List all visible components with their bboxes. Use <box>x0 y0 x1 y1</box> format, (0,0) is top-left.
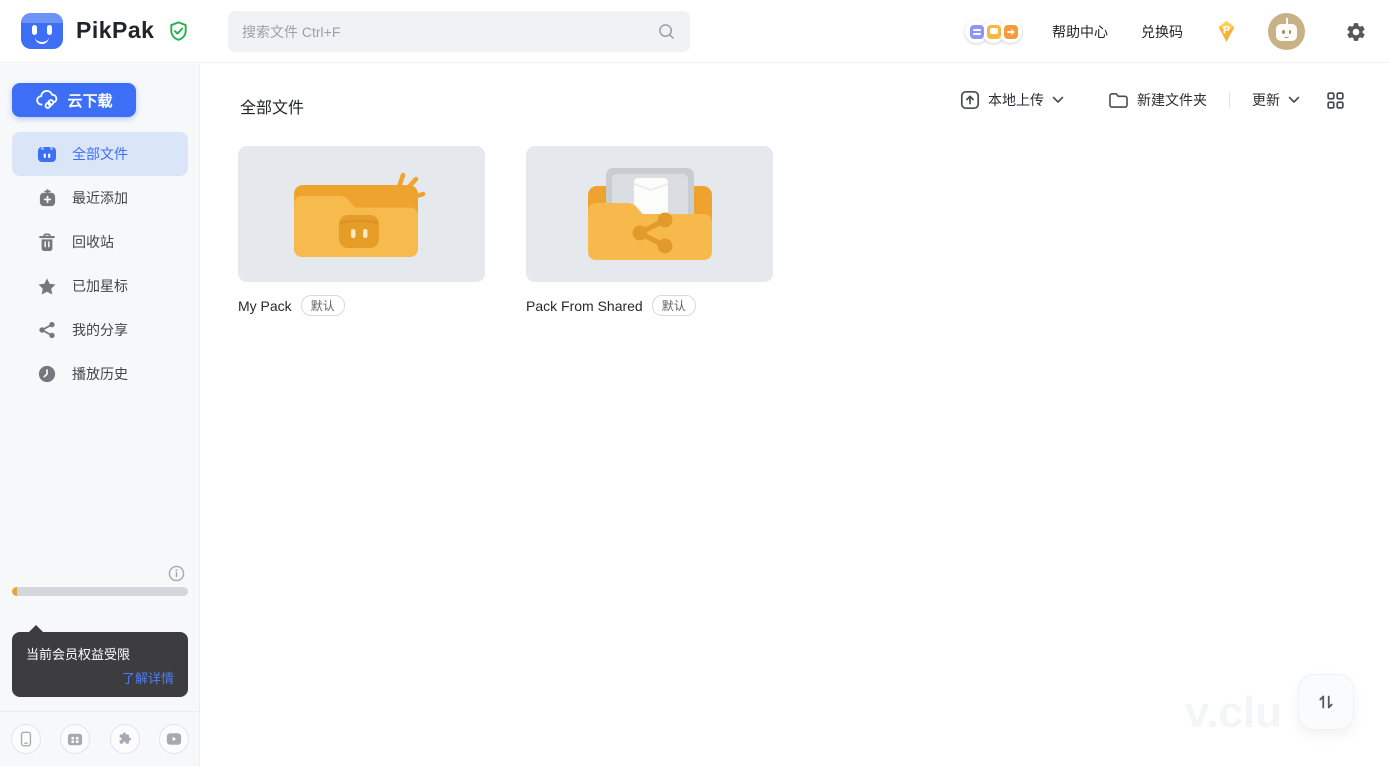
cloud-link-icon <box>35 90 59 110</box>
local-upload-label: 本地上传 <box>988 90 1044 110</box>
toolbar: 本地上传 新建文件夹 更新 <box>960 90 1345 110</box>
folder-thumbnail[interactable] <box>526 146 773 282</box>
local-upload-button[interactable]: 本地上传 <box>960 90 1064 110</box>
sidebar-nav: 全部文件 最近添加 回收站 <box>12 132 188 396</box>
tv-app-icon[interactable] <box>60 724 90 754</box>
search-icon[interactable] <box>657 22 676 41</box>
chevron-down-icon <box>1052 96 1064 104</box>
all-files-icon <box>37 144 57 164</box>
settings-gear-icon[interactable] <box>1345 21 1367 43</box>
chevron-down-icon <box>1288 96 1300 104</box>
upload-icon <box>960 90 980 110</box>
search-bar <box>228 11 690 52</box>
sidebar-item-starred[interactable]: 已加星标 <box>12 264 188 308</box>
trash-icon <box>37 232 57 252</box>
default-badge: 默认 <box>301 295 345 316</box>
default-badge: 默认 <box>652 295 696 316</box>
storage-info-icon[interactable] <box>168 565 185 587</box>
toolbar-divider <box>1229 92 1230 108</box>
security-shield-icon <box>167 20 190 48</box>
user-avatar[interactable] <box>1268 13 1305 50</box>
sidebar-item-label: 全部文件 <box>72 144 128 164</box>
help-center-link[interactable]: 帮助中心 <box>1052 22 1108 42</box>
grid-view-icon[interactable] <box>1326 91 1345 110</box>
robot-folder-icon <box>292 169 432 259</box>
svg-text:P: P <box>1223 25 1230 37</box>
membership-tooltip: 当前会员权益受限 了解详情 <box>12 632 188 697</box>
pikpak-logo-icon[interactable] <box>21 13 63 49</box>
sidebar-item-label: 我的分享 <box>72 320 128 340</box>
premium-gem-icon[interactable]: P <box>1213 18 1240 45</box>
top-header: PikPak 帮助中心 兑换码 P <box>0 0 1389 63</box>
promo-app-arrow-icon[interactable] <box>999 20 1022 43</box>
recent-added-icon <box>37 188 57 208</box>
search-input[interactable] <box>242 24 657 40</box>
sort-order-button[interactable] <box>1298 674 1354 730</box>
sidebar-item-label: 已加星标 <box>72 276 128 296</box>
sidebar-item-trash[interactable]: 回收站 <box>12 220 188 264</box>
redeem-code-link[interactable]: 兑换码 <box>1141 22 1183 42</box>
new-folder-label: 新建文件夹 <box>1137 90 1207 110</box>
sidebar-item-recent-added[interactable]: 最近添加 <box>12 176 188 220</box>
folder-name[interactable]: My Pack <box>238 298 292 314</box>
folder-name[interactable]: Pack From Shared <box>526 298 643 314</box>
video-channel-icon[interactable] <box>159 724 189 754</box>
tooltip-text: 当前会员权益受限 <box>26 644 174 663</box>
sidebar-item-all-files[interactable]: 全部文件 <box>12 132 188 176</box>
sidebar-item-label: 播放历史 <box>72 364 128 384</box>
promo-apps-group[interactable] <box>965 20 1022 43</box>
cloud-download-label: 云下载 <box>67 90 112 111</box>
update-button[interactable]: 更新 <box>1252 90 1300 110</box>
sidebar-item-label: 回收站 <box>72 232 114 252</box>
sidebar-item-play-history[interactable]: 播放历史 <box>12 352 188 396</box>
sidebar-item-my-shares[interactable]: 我的分享 <box>12 308 188 352</box>
browser-extension-icon[interactable] <box>110 724 140 754</box>
main-content: 全部文件 本地上传 新建文件夹 更新 <box>201 64 1389 766</box>
client-apps-row <box>0 711 200 766</box>
new-folder-button[interactable]: 新建文件夹 <box>1108 90 1207 110</box>
brand-title: PikPak <box>76 17 154 44</box>
folder-card-pack-from-shared: Pack From Shared 默认 <box>526 146 773 316</box>
mobile-app-icon[interactable] <box>11 724 41 754</box>
sort-arrows-icon <box>1315 691 1337 713</box>
folder-grid: My Pack 默认 <box>238 146 773 316</box>
folder-icon <box>1108 91 1129 109</box>
update-label: 更新 <box>1252 90 1280 110</box>
storage-quota-used <box>12 587 17 596</box>
folder-thumbnail[interactable] <box>238 146 485 282</box>
sidebar: 云下载 全部文件 最近添加 <box>0 64 200 766</box>
page-title: 全部文件 <box>240 94 304 118</box>
share-icon <box>37 320 57 340</box>
sidebar-item-label: 最近添加 <box>72 188 128 208</box>
cloud-download-button[interactable]: 云下载 <box>12 83 136 117</box>
star-icon <box>37 276 57 296</box>
folder-card-my-pack: My Pack 默认 <box>238 146 485 316</box>
storage-quota-bar <box>12 587 188 596</box>
shared-folder-icon <box>584 168 716 260</box>
tooltip-detail-link[interactable]: 了解详情 <box>122 668 174 687</box>
history-clock-icon <box>37 364 57 384</box>
